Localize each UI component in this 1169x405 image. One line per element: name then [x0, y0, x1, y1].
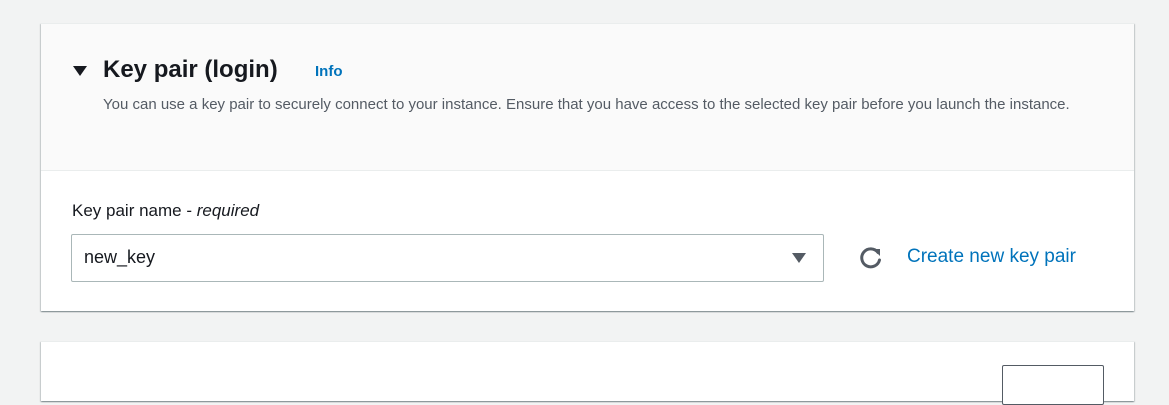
dropdown-caret-icon	[792, 253, 806, 263]
key-pair-panel: Key pair (login) Info You can use a key …	[41, 23, 1134, 311]
key-pair-name-label: Key pair name - required	[72, 201, 259, 221]
info-link[interactable]: Info	[315, 63, 343, 80]
create-new-key-pair-link[interactable]: Create new key pair	[907, 246, 1076, 268]
section-title: Key pair (login)	[103, 56, 278, 83]
key-pair-select-value: new_key	[84, 247, 156, 267]
refresh-icon[interactable]	[857, 244, 885, 272]
key-pair-panel-header: Key pair (login) Info You can use a key …	[41, 24, 1134, 171]
key-pair-select[interactable]: new_key	[71, 234, 824, 282]
label-separator: -	[181, 201, 197, 220]
required-indicator: required	[196, 201, 260, 220]
section-description: You can use a key pair to securely conne…	[103, 96, 1070, 113]
next-panel-button[interactable]	[1002, 365, 1104, 405]
next-panel	[41, 341, 1134, 405]
key-pair-name-label-text: Key pair name	[72, 201, 182, 220]
caret-down-icon[interactable]	[71, 62, 89, 80]
